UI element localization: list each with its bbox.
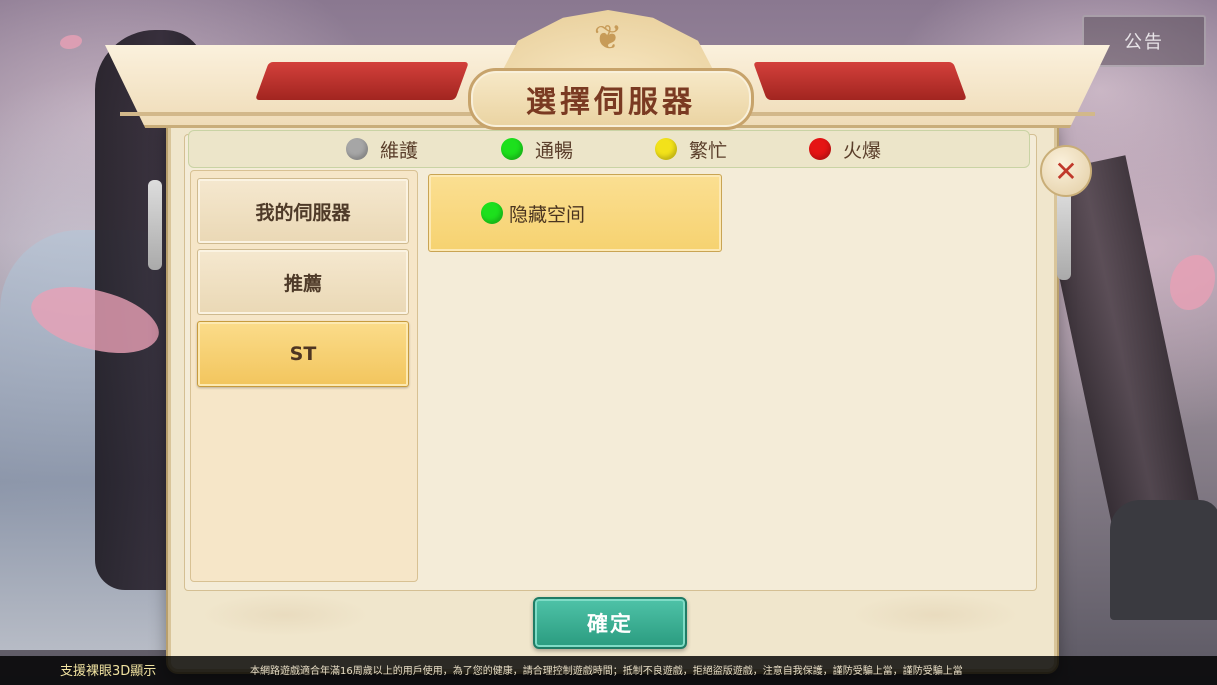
- legend-label: 通暢: [535, 139, 574, 162]
- status-legend: 維護 通暢 繁忙 火爆: [188, 130, 1030, 168]
- butterfly-ornament-icon: ❦: [593, 18, 623, 58]
- legend-item-busy: 繁忙: [655, 131, 727, 167]
- status-dot-icon: [501, 138, 523, 160]
- tassel-right: [1057, 190, 1071, 280]
- legend-label: 維護: [380, 139, 419, 162]
- confirm-button[interactable]: 確定: [533, 597, 687, 649]
- status-dot-icon: [346, 138, 368, 160]
- legend-item-smooth: 通暢: [501, 131, 573, 167]
- server-item[interactable]: 隐藏空间: [428, 174, 722, 252]
- server-name: 隐藏空间: [509, 203, 586, 226]
- rock: [1110, 500, 1217, 620]
- category-my-servers[interactable]: 我的伺服器: [197, 178, 409, 244]
- dialog-title: 選擇伺服器: [526, 85, 696, 120]
- status-dot-icon: [809, 138, 831, 160]
- petal: [1170, 255, 1215, 310]
- legend-item-maintenance: 維護: [346, 131, 418, 167]
- footer-health-notice: 本網路遊戲適合年滿16周歲以上的用戶使用，為了您的健康，請合理控制遊戲時間；抵制…: [250, 666, 963, 677]
- legend-label: 火爆: [843, 139, 882, 162]
- category-st[interactable]: ST: [197, 321, 409, 387]
- status-dot-icon: [655, 138, 677, 160]
- legend-label: 繁忙: [689, 139, 728, 162]
- title-plaque: 選擇伺服器: [468, 68, 754, 130]
- category-recommended[interactable]: 推薦: [197, 249, 409, 315]
- status-dot-icon: [481, 202, 503, 224]
- close-button[interactable]: ✕: [1040, 145, 1092, 197]
- footer-3d-label: 支援裸眼3D顯示: [60, 664, 157, 679]
- petal: [60, 35, 82, 49]
- tassel-left: [148, 180, 162, 270]
- legend-item-hot: 火爆: [809, 131, 881, 167]
- close-x-icon: ✕: [1054, 154, 1078, 188]
- red-ribbon-left: [255, 62, 469, 100]
- red-ribbon-right: [753, 62, 967, 100]
